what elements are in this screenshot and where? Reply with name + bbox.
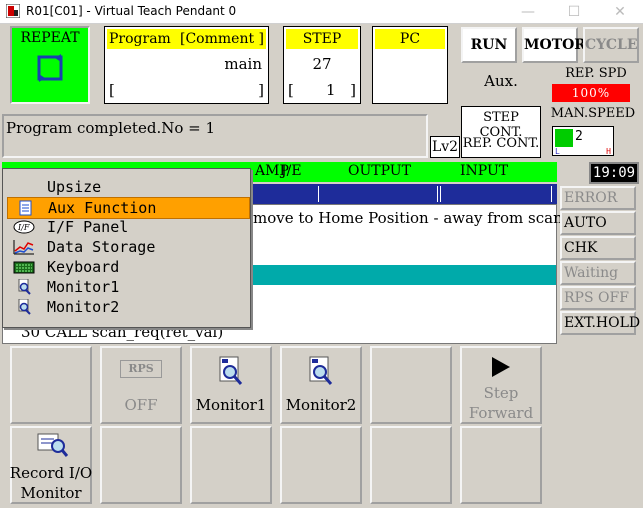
man-speed-label: MAN.SPEED (550, 106, 636, 121)
repeat-icon (37, 54, 63, 82)
document-icon (19, 200, 32, 216)
auto-button[interactable]: AUTO (560, 211, 636, 235)
function-key-8[interactable] (100, 426, 182, 504)
function-key-12[interactable] (460, 426, 542, 504)
rep-spd-label: REP. SPD (565, 66, 627, 81)
step-bracket-left: [ (288, 81, 294, 99)
app-icon (6, 4, 20, 18)
output-bracket (318, 186, 438, 202)
output-header: OUTPUT (348, 163, 411, 179)
man-speed-value: 2 (575, 129, 583, 144)
run-button[interactable]: RUN (461, 27, 517, 63)
menu-item-monitor1[interactable]: Monitor1 (7, 277, 248, 297)
chart-icon (13, 240, 34, 255)
rps-off-button[interactable]: RPS OFF (560, 286, 636, 310)
cycle-button[interactable]: CYCLE (583, 27, 639, 63)
step-bracket-right: ] (350, 81, 356, 99)
keyboard-icon (13, 261, 35, 274)
step-value: 27 (312, 55, 332, 73)
if-panel-icon: I/F (13, 220, 35, 234)
monitor-magnifier-icon (18, 279, 31, 295)
minimize-button[interactable]: — (505, 0, 551, 24)
record-io-monitor-icon (37, 433, 68, 457)
monitor1-function-key[interactable]: Monitor1 (190, 346, 272, 424)
waiting-button[interactable]: Waiting (560, 261, 636, 285)
program-bracket-right: ] (258, 81, 264, 99)
step-forward-label-2: Forward (468, 404, 534, 422)
step-header: STEP (286, 29, 358, 49)
rps-badge: RPS (120, 360, 162, 378)
popup-menu: Upsize Aux Function I/F I/F Panel Data S… (2, 168, 251, 328)
man-speed-gauge[interactable]: 2 L H (552, 126, 614, 156)
pc-header: PC (375, 29, 445, 49)
motor-button[interactable]: MOTOR (522, 27, 586, 63)
record-io-label-1: Record I/O (9, 464, 93, 482)
message-area: Program completed.No = 1 (2, 114, 428, 158)
step-forward-function-key[interactable]: Step Forward (460, 346, 542, 424)
message-text: Program completed.No = 1 (6, 119, 216, 137)
step-panel: STEP 27 [ 1 ] (283, 26, 361, 104)
clock: 19:09 (589, 162, 639, 184)
program-name: main (224, 55, 262, 73)
continuous-panel: STEP CONT. REP. CONT. (461, 106, 541, 158)
input-header: INPUT (460, 163, 509, 179)
monitor1-label: Monitor1 (195, 396, 267, 414)
play-icon (492, 357, 510, 377)
function-key-9[interactable] (190, 426, 272, 504)
record-io-monitor-function-key[interactable]: Record I/O Monitor (10, 426, 92, 504)
menu-item-monitor2[interactable]: Monitor2 (7, 297, 248, 317)
repeat-mode-button[interactable]: REPEAT (10, 26, 90, 104)
program-panel: Program [Comment ] main [ ] (104, 26, 269, 104)
monitor2-function-key[interactable]: Monitor2 (280, 346, 362, 424)
error-button[interactable]: ERROR (560, 186, 636, 210)
program-header: Program [Comment ] (107, 29, 266, 49)
monitor-magnifier-icon (219, 356, 243, 385)
pc-panel: PC (372, 26, 448, 104)
je-header: J/E (281, 163, 302, 179)
man-speed-low: L (555, 147, 560, 156)
listing-line-comment: move to Home Position - away from scan (253, 209, 563, 227)
rep-cont-label: REP. CONT. (462, 136, 540, 151)
svg-text:I/F: I/F (17, 223, 30, 232)
monitor-magnifier-icon (18, 299, 31, 315)
function-key-1[interactable] (10, 346, 92, 424)
man-speed-high: H (606, 147, 611, 156)
menu-item-upsize[interactable]: Upsize (7, 177, 248, 197)
menu-item-aux-function[interactable]: Aux Function (7, 197, 250, 219)
program-bracket-left: [ (109, 81, 115, 99)
ext-hold-button[interactable]: EXT.HOLD (560, 311, 640, 335)
menu-item-keyboard[interactable]: Keyboard (7, 257, 248, 277)
repeat-label: REPEAT (20, 30, 80, 46)
record-io-label-2: Monitor (20, 484, 82, 502)
function-key-10[interactable] (280, 426, 362, 504)
monitor2-label: Monitor2 (285, 396, 357, 414)
program-header-label: Program (109, 31, 171, 47)
maximize-button[interactable]: ☐ (551, 0, 597, 24)
level-indicator: Lv2 (430, 136, 460, 158)
step-sub-value: 1 (326, 81, 336, 99)
step-forward-label-1: Step (483, 384, 519, 402)
rps-off-label: OFF (124, 396, 158, 414)
function-key-11[interactable] (370, 426, 452, 504)
function-key-5[interactable] (370, 346, 452, 424)
menu-item-data-storage[interactable]: Data Storage (7, 237, 248, 257)
window-title-bar: R01[C01] - Virtual Teach Pendant 0 — ☐ ✕ (0, 0, 643, 24)
man-speed-fill (555, 129, 573, 147)
aux-label: Aux. (484, 72, 518, 90)
close-button[interactable]: ✕ (597, 0, 643, 24)
monitor-magnifier-icon (309, 356, 333, 385)
rps-off-function-key[interactable]: RPS OFF (100, 346, 182, 424)
rep-spd-value: 100% (552, 84, 630, 102)
window-title: R01[C01] - Virtual Teach Pendant 0 (26, 4, 237, 18)
chk-once-button[interactable]: CHK once (560, 236, 636, 276)
menu-item-if-panel[interactable]: I/F I/F Panel (7, 217, 248, 237)
input-bracket (440, 186, 552, 202)
comment-header-label: [Comment ] (180, 31, 264, 47)
